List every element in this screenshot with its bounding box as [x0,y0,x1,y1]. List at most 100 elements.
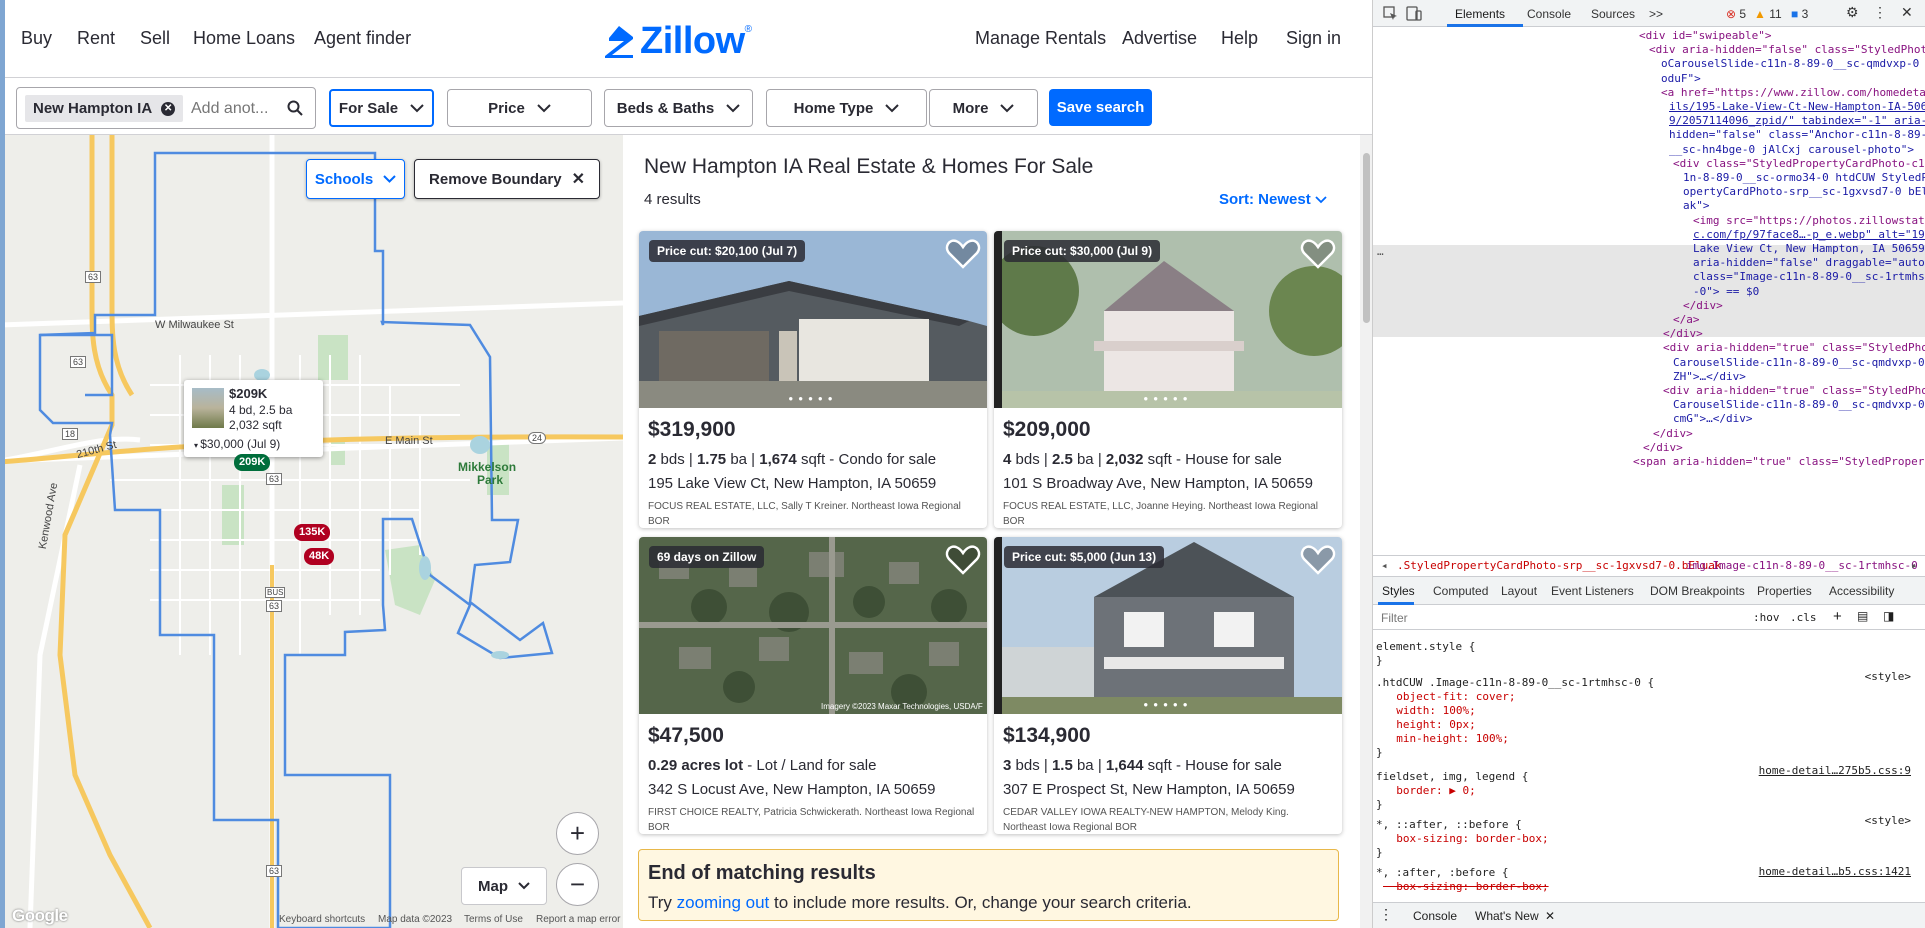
css-selector[interactable]: *, ::after, ::before { [1376,818,1522,832]
dom-line[interactable]: CarouselSlide-c11n-8-89-0__sc-qmdvxp-0 h… [1673,356,1925,369]
more-filter[interactable]: More [929,89,1038,127]
dom-line[interactable]: <div aria-hidden="true" class="StyledPho… [1663,384,1925,397]
hov-toggle[interactable]: :hov [1753,611,1780,624]
dom-line[interactable]: -0"> == $0 [1693,285,1759,298]
dom-line[interactable]: c.com/fp/97face8…-p_e.webp" alt="195 [1693,228,1925,241]
nav-sell[interactable]: Sell [140,28,170,49]
keyboard-shortcuts-link[interactable]: Keyboard shortcuts [279,914,365,925]
dom-line[interactable]: <img src="https://photos.zillowstati [1693,214,1925,227]
scroll-thumb[interactable] [1363,153,1370,323]
remove-chip-icon[interactable]: ✕ [161,101,176,116]
save-search-button[interactable]: Save search [1049,89,1152,126]
nav-agent-finder[interactable]: Agent finder [314,28,411,49]
css-declaration[interactable]: object-fit: cover; [1383,690,1515,704]
dom-line[interactable]: 9/2057114096_zpid/" tabindex="-1" aria- [1669,114,1925,127]
listing-card[interactable]: Price cut: $20,100 (Jul 7) ●●●●● $319,90… [639,231,987,528]
tab-dom-breakpoints[interactable]: DOM Breakpoints [1650,584,1745,598]
nav-help[interactable]: Help [1221,28,1258,49]
dom-line[interactable]: 1n-8-89-0__sc-ormo34-0 htdCUW StyledPr [1683,171,1925,184]
dom-line[interactable]: class="Image-c11n-8-89-0__sc-1rtmhsc [1693,270,1925,283]
dom-line[interactable]: </a> [1673,313,1700,326]
css-selector[interactable]: } [1376,798,1383,812]
css-selector[interactable]: fieldset, img, legend { [1376,770,1528,784]
tab-event-listeners[interactable]: Event Listeners [1551,584,1634,598]
dom-line[interactable]: hidden="false" class="Anchor-c11n-8-89-0 [1669,128,1925,141]
dom-line[interactable]: </div> [1653,427,1693,440]
nav-buy[interactable]: Buy [21,28,52,49]
listing-card[interactable]: Price cut: $30,000 (Jul 9) ●●●●● $209,00… [994,231,1342,528]
terms-link[interactable]: Terms of Use [464,914,523,925]
css-selector[interactable]: } [1376,654,1383,668]
map-pin[interactable]: 48K [304,548,335,565]
sidebar-toggle-icon[interactable]: ◨ [1883,609,1894,623]
map-pin[interactable]: 209K [234,454,271,471]
tab-console[interactable]: Console [1527,7,1571,21]
dom-line[interactable]: </div> [1663,327,1703,340]
close-drawer-tab-icon[interactable]: ✕ [1545,909,1555,923]
dom-line[interactable]: <div id="swipeable"> [1639,29,1771,42]
settings-gear-icon[interactable]: ⚙ [1846,4,1859,21]
warnings-badge[interactable]: ▲ 11 [1754,7,1782,21]
paint-icon[interactable]: ▤ [1857,609,1868,623]
css-selector[interactable]: } [1376,746,1383,760]
close-devtools-icon[interactable]: ✕ [1901,4,1913,21]
zoom-in-button[interactable]: + [556,812,599,855]
crumb-left-icon[interactable]: ◂ [1381,556,1388,576]
tab-accessibility[interactable]: Accessibility [1829,584,1894,598]
rule-source[interactable]: home-detail…275b5.css:9 [1759,764,1911,777]
tab-layout[interactable]: Layout [1501,584,1537,598]
css-selector[interactable]: } [1376,846,1383,860]
dom-line[interactable]: __sc-hn4bge-0 jAlCxj carousel-photo"> [1669,143,1914,156]
css-declaration[interactable]: width: 100%; [1383,704,1475,718]
dom-line[interactable]: ak"> [1683,199,1710,212]
google-logo[interactable]: Google [12,906,68,926]
css-declaration[interactable]: border: ▶ 0; [1383,784,1475,798]
dom-line[interactable]: </div> [1683,299,1723,312]
drawer-menu-icon[interactable]: ⋮ [1379,906,1393,923]
css-selector[interactable]: *, :after, :before { [1376,866,1508,880]
listing-card[interactable]: 69 days on Zillow Imagery ©2023 Maxar Te… [639,537,987,834]
rule-source[interactable]: <style> [1865,670,1911,683]
crumb-item[interactable]: .StyledPropertyCardPhoto-srp__sc-1gxvsd7… [1397,556,1722,576]
home-type-filter[interactable]: Home Type [766,89,927,127]
nav-rent[interactable]: Rent [77,28,115,49]
dom-line[interactable]: <div aria-hidden="false" class="StyledPh… [1649,43,1925,56]
dom-line[interactable]: opertyCardPhoto-srp__sc-1gxvsd7-0 bEluak [1683,185,1925,198]
info-badge[interactable]: ■ 3 [1791,7,1808,21]
beds-baths-filter[interactable]: Beds & Baths [604,89,753,127]
dom-line[interactable]: cmG">…</div> [1673,412,1752,425]
heart-icon[interactable] [1300,543,1336,577]
sort-dropdown[interactable]: Sort: Newest [1219,191,1327,208]
carousel-dots[interactable]: ●●●●● [994,394,1342,403]
heart-icon[interactable] [945,237,981,271]
tab-sources[interactable]: Sources [1591,7,1635,21]
nav-manage-rentals[interactable]: Manage Rentals [975,28,1106,49]
device-toggle-icon[interactable] [1406,6,1422,21]
dom-line[interactable]: <div aria-hidden="true" class="StyledPho… [1663,341,1925,354]
listing-address[interactable]: 342 S Locust Ave, New Hampton, IA 50659 [648,781,935,798]
errors-badge[interactable]: ⊗ 5 [1726,7,1746,21]
remove-boundary-button[interactable]: Remove Boundary ✕ [414,159,600,199]
crumb-right-icon[interactable]: ▸ [1911,556,1918,576]
carousel-dots[interactable]: ●●●●● [994,700,1342,709]
dom-line[interactable]: Lake View Ct, New Hampton, IA 50659" [1693,242,1925,255]
heart-icon[interactable] [945,543,981,577]
drawer-tab-console[interactable]: Console [1413,909,1457,923]
tab-styles[interactable]: Styles [1382,584,1415,598]
dom-line[interactable]: <div class="StyledPropertyCardPhoto-c1 [1673,157,1925,170]
add-rule-icon[interactable]: + [1833,608,1842,625]
map-canvas[interactable]: W Milwaukee St E Main St 210th St Kenwoo… [0,135,623,928]
listing-address[interactable]: 307 E Prospect St, New Hampton, IA 50659 [1003,781,1295,798]
rule-source[interactable]: home-detail…b5.css:1421 [1759,865,1911,878]
tab-properties[interactable]: Properties [1757,584,1812,598]
report-error-link[interactable]: Report a map error [536,914,620,925]
nav-advertise[interactable]: Advertise [1122,28,1197,49]
crumb-item[interactable]: img.Image-c11n-8-89-0__sc-1rtmhsc-0 [1686,556,1918,576]
kebab-menu-icon[interactable]: ⋮ [1873,4,1887,21]
dom-line[interactable]: oduF"> [1661,72,1701,85]
results-scrollbar[interactable] [1360,135,1372,928]
heart-icon[interactable] [1300,237,1336,271]
dom-line[interactable]: aria-hidden="false" draggable="auto" [1693,256,1925,269]
carousel-dots[interactable]: ●●●●● [639,394,987,403]
price-filter[interactable]: Price [447,89,592,127]
